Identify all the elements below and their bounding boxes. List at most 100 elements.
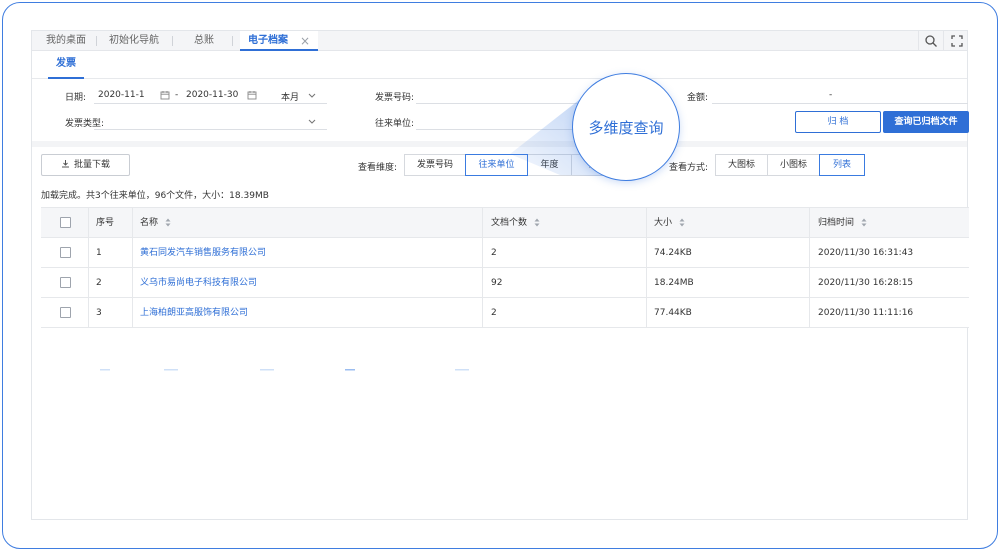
select-all-checkbox[interactable]	[60, 217, 71, 228]
row-name-link[interactable]: 义乌市易尚电子科技有限公司	[140, 268, 257, 298]
sort-icon[interactable]	[165, 218, 171, 227]
view-list[interactable]: 列表	[819, 154, 865, 176]
column-divider	[482, 238, 483, 268]
sub-tab-bar: 发票	[32, 51, 967, 79]
column-divider	[482, 268, 483, 298]
column-divider	[132, 268, 133, 298]
subtab-invoice[interactable]: 发票	[48, 51, 84, 79]
chevron-down-icon[interactable]	[308, 119, 316, 125]
column-divider	[646, 268, 647, 298]
column-divider	[809, 298, 810, 328]
batch-download-button[interactable]: 批量下载	[41, 154, 130, 176]
row-no: 2	[96, 278, 102, 288]
row-count: 2	[491, 308, 497, 318]
row-count: 92	[491, 278, 503, 288]
view-small-icons[interactable]: 小图标	[767, 154, 820, 176]
dimension-invoice-no[interactable]: 发票号码	[404, 154, 466, 176]
tab-e-archive-label: 电子档案	[248, 35, 288, 46]
tab-general-ledger[interactable]: 总账	[182, 31, 226, 51]
date-underline	[94, 103, 327, 104]
tab-divider	[232, 36, 233, 46]
col-count[interactable]: 文档个数	[491, 208, 540, 238]
table-row[interactable]: 1 黄石同发汽车销售服务有限公司 2 74.24KB 2020/11/30 16…	[41, 238, 969, 268]
download-icon	[61, 160, 69, 168]
column-divider	[809, 238, 810, 268]
column-divider	[646, 208, 647, 238]
row-name-link[interactable]: 黄石同发汽车销售服务有限公司	[140, 238, 266, 268]
tab-bar: 我的桌面 初始化导航 总账 电子档案 ×	[32, 31, 967, 51]
row-size: 77.44KB	[654, 308, 692, 318]
period-select[interactable]: 本月	[281, 90, 299, 103]
calendar-icon[interactable]	[160, 90, 170, 100]
date-from-input[interactable]: 2020-11-1	[98, 90, 145, 100]
tab-divider	[172, 36, 173, 46]
row-checkbox[interactable]	[60, 307, 71, 318]
tab-divider	[96, 36, 97, 46]
column-divider	[88, 268, 89, 298]
column-divider	[809, 208, 810, 238]
sort-icon[interactable]	[679, 218, 685, 227]
date-range-dash: -	[175, 90, 179, 100]
amount-range-dash: -	[829, 90, 833, 100]
col-archive-time-label: 归档时间	[818, 218, 855, 228]
table-row[interactable]: 2 义乌市易尚电子科技有限公司 92 18.24MB 2020/11/30 16…	[41, 268, 969, 298]
tab-init-nav[interactable]: 初始化导航	[98, 31, 170, 51]
column-divider	[482, 298, 483, 328]
sort-icon[interactable]	[861, 218, 867, 227]
archive-table: 序号 名称 文档个数 大小 归档时间 1 黄石同发汽车销售服务有限公司 2 74…	[41, 207, 969, 328]
row-name-link[interactable]: 上海柏朗亚高服饰有限公司	[140, 298, 248, 328]
column-divider	[809, 268, 810, 298]
row-checkbox[interactable]	[60, 247, 71, 258]
col-no: 序号	[96, 218, 115, 228]
column-divider	[482, 208, 483, 238]
column-divider	[88, 238, 89, 268]
row-checkbox[interactable]	[60, 277, 71, 288]
chevron-down-icon[interactable]	[308, 93, 316, 99]
row-archive-time: 2020/11/30 11:11:16	[818, 308, 914, 318]
close-icon[interactable]: ×	[300, 31, 310, 51]
toolbar-divider	[943, 31, 944, 51]
dimension-year[interactable]: 年度	[527, 154, 572, 176]
col-archive-time[interactable]: 归档时间	[818, 208, 867, 238]
decorative-dashes	[100, 369, 469, 371]
column-divider	[132, 238, 133, 268]
callout-text: 多维度查询	[588, 119, 664, 137]
app-window: 我的桌面 初始化导航 总账 电子档案 × 发票 日期: 2020-11-1 - …	[31, 30, 969, 520]
toolbar-divider	[918, 31, 919, 51]
row-no: 1	[96, 248, 102, 258]
amount-field[interactable]	[712, 103, 968, 104]
col-count-label: 文档个数	[491, 218, 528, 228]
dimension-label: 查看维度:	[358, 163, 398, 173]
row-size: 74.24KB	[654, 248, 692, 258]
view-large-icons[interactable]: 大图标	[715, 154, 768, 176]
date-label: 日期:	[65, 93, 87, 103]
table-row[interactable]: 3 上海柏朗亚高服饰有限公司 2 77.44KB 2020/11/30 11:1…	[41, 298, 969, 328]
query-archived-button[interactable]: 查询已归档文件	[883, 111, 969, 133]
dimension-counterparty[interactable]: 往来单位	[465, 154, 528, 176]
section-divider	[32, 141, 967, 147]
date-to-input[interactable]: 2020-11-30	[186, 90, 238, 100]
invoice-type-select[interactable]	[94, 129, 327, 130]
column-divider	[88, 208, 89, 238]
column-divider	[646, 238, 647, 268]
row-archive-time: 2020/11/30 16:31:43	[818, 248, 914, 258]
row-count: 2	[491, 248, 497, 258]
column-divider	[646, 298, 647, 328]
table-header: 序号 名称 文档个数 大小 归档时间	[41, 208, 969, 238]
calendar-icon[interactable]	[247, 90, 257, 100]
archive-button[interactable]: 归 档	[795, 111, 881, 133]
tab-my-desktop[interactable]: 我的桌面	[36, 31, 96, 51]
sort-icon[interactable]	[534, 218, 540, 227]
col-name-label: 名称	[140, 218, 159, 228]
amount-label: 金额:	[687, 93, 709, 103]
column-divider	[88, 298, 89, 328]
batch-download-label: 批量下载	[73, 160, 110, 170]
invoice-no-label: 发票号码:	[375, 93, 415, 103]
column-divider	[132, 208, 133, 238]
counterparty-label: 往来单位:	[375, 119, 415, 129]
col-name[interactable]: 名称	[140, 208, 171, 238]
col-size[interactable]: 大小	[654, 208, 685, 238]
fullscreen-icon[interactable]	[950, 34, 964, 48]
counterparty-field[interactable]	[416, 129, 576, 130]
search-icon[interactable]	[924, 34, 938, 48]
